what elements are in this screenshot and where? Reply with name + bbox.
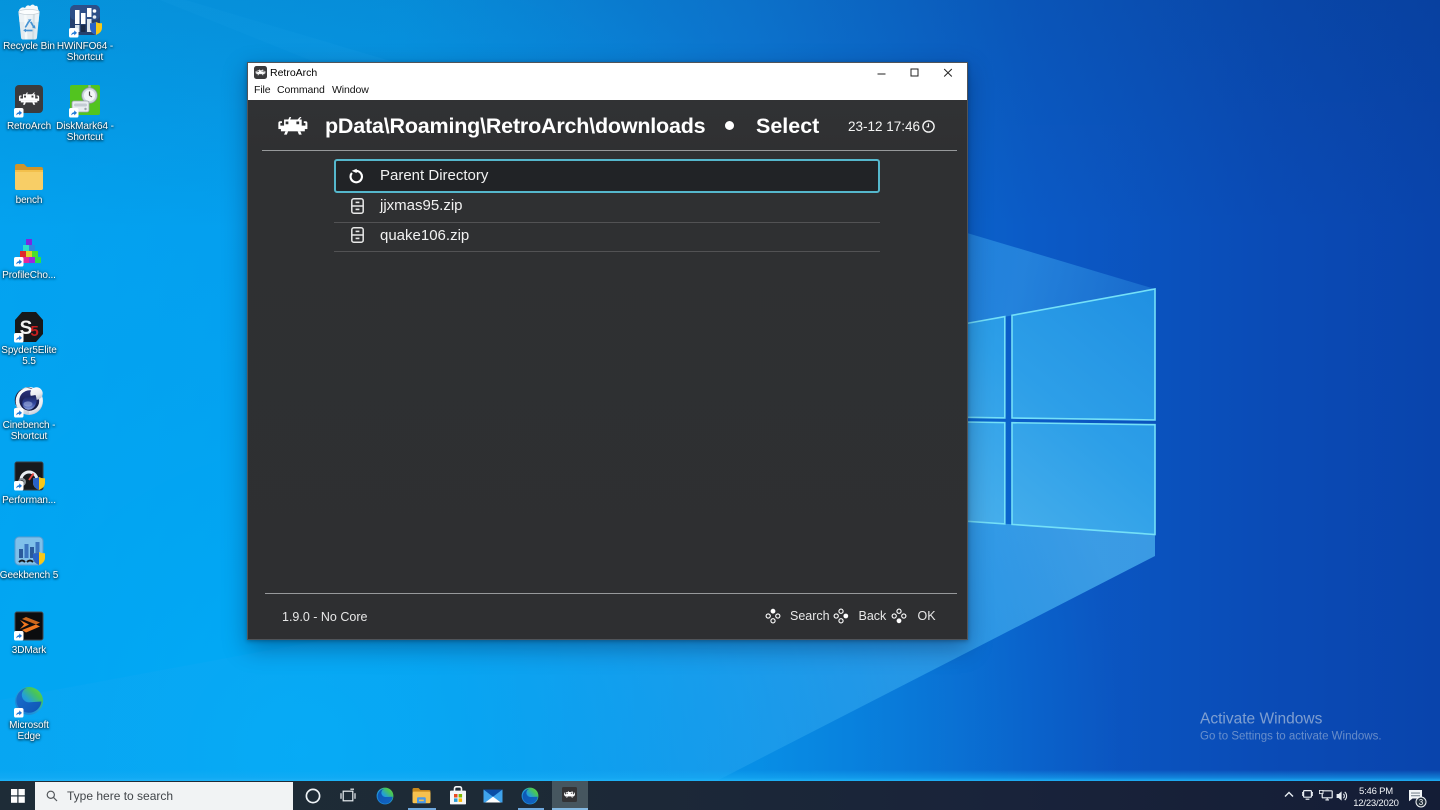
svg-text:3: 3: [1419, 798, 1424, 807]
svg-text:Activate Windows: Activate Windows: [1200, 711, 1323, 728]
svg-text:Go to Settings to activate Win: Go to Settings to activate Windows.: [1200, 731, 1382, 743]
svg-text:5: 5: [30, 323, 38, 340]
